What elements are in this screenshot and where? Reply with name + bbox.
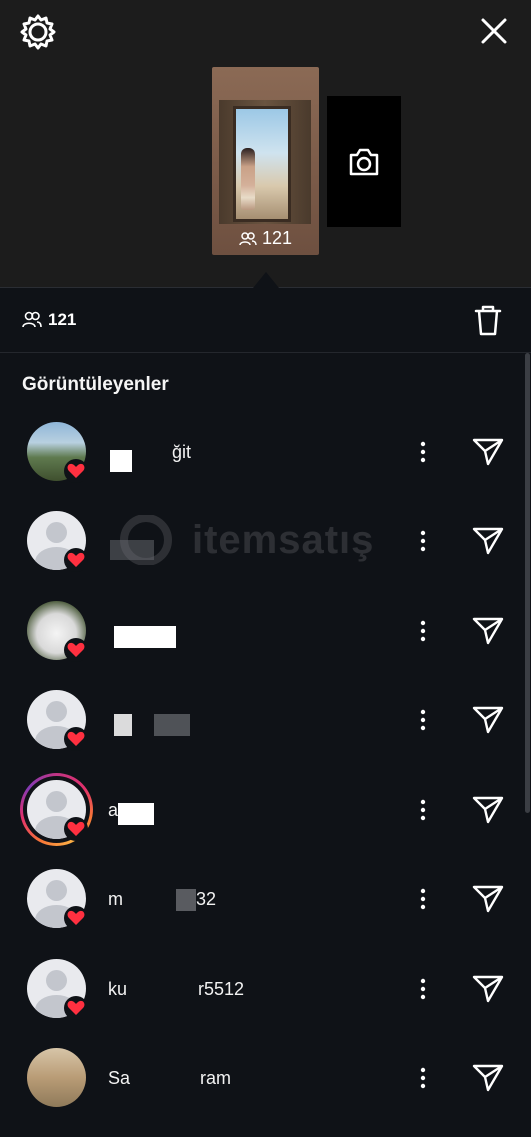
redaction — [118, 803, 154, 825]
redaction — [114, 714, 132, 736]
heart-icon — [67, 552, 85, 567]
username-suffix[interactable]: r5512 — [198, 979, 244, 1000]
viewer-row[interactable] — [0, 511, 531, 600]
more-options-button[interactable] — [411, 794, 435, 826]
send-message-button[interactable] — [470, 704, 506, 736]
more-vertical-icon — [420, 978, 426, 1000]
more-vertical-icon — [420, 709, 426, 731]
heart-icon — [67, 642, 85, 657]
redaction — [110, 450, 132, 472]
story-thumbnail[interactable]: 121 — [212, 67, 319, 255]
viewers-icon — [239, 231, 257, 245]
viewer-count-text: 121 — [48, 310, 77, 329]
send-message-button[interactable] — [470, 973, 506, 1005]
more-options-button[interactable] — [411, 1062, 435, 1094]
delete-story-button[interactable] — [470, 302, 506, 338]
like-badge — [64, 817, 88, 841]
more-vertical-icon — [420, 620, 426, 642]
viewer-row[interactable]: ğit — [0, 422, 531, 511]
viewer-row[interactable] — [0, 601, 531, 690]
send-icon — [472, 527, 504, 555]
heart-icon — [67, 910, 85, 925]
redaction — [154, 714, 190, 736]
close-button[interactable] — [474, 11, 514, 51]
redaction — [114, 626, 176, 648]
story-view-count: 121 — [212, 228, 319, 249]
more-options-button[interactable] — [411, 436, 435, 468]
username[interactable]: m — [108, 889, 123, 910]
send-icon — [472, 706, 504, 734]
username[interactable]: ku — [108, 979, 127, 1000]
add-story-camera-button[interactable] — [327, 96, 401, 227]
like-badge — [64, 548, 88, 572]
redaction — [110, 540, 154, 560]
send-message-button[interactable] — [470, 883, 506, 915]
more-options-button[interactable] — [411, 615, 435, 647]
send-message-button[interactable] — [470, 794, 506, 826]
more-options-button[interactable] — [411, 704, 435, 736]
heart-icon — [67, 463, 85, 478]
like-badge — [64, 996, 88, 1020]
like-badge — [64, 727, 88, 751]
camera-icon — [349, 148, 379, 175]
username-suffix[interactable]: ram — [200, 1068, 231, 1089]
like-badge — [64, 638, 88, 662]
send-icon — [472, 438, 504, 466]
more-vertical-icon — [420, 441, 426, 463]
more-options-button[interactable] — [411, 883, 435, 915]
send-icon — [472, 885, 504, 913]
more-options-button[interactable] — [411, 525, 435, 557]
selected-story-pointer — [253, 272, 279, 288]
more-vertical-icon — [420, 799, 426, 821]
stats-row: 121 — [0, 288, 531, 353]
username[interactable]: Sa — [108, 1068, 130, 1089]
viewer-row[interactable]: m 32 — [0, 869, 531, 958]
story-image — [219, 100, 311, 224]
send-message-button[interactable] — [470, 1062, 506, 1094]
story-preview-area: 121 — [0, 0, 531, 288]
like-badge — [64, 459, 88, 483]
send-icon — [472, 796, 504, 824]
like-badge — [64, 906, 88, 930]
send-message-button[interactable] — [470, 525, 506, 557]
username[interactable]: ğit — [172, 442, 191, 463]
viewer-row[interactable]: Sa ram — [0, 1048, 531, 1137]
viewer-count: 121 — [22, 310, 76, 330]
username[interactable]: a — [108, 800, 118, 821]
send-icon — [472, 1064, 504, 1092]
viewer-row[interactable]: ku r5512 — [0, 959, 531, 1048]
trash-icon — [474, 305, 502, 336]
viewers-icon — [22, 311, 42, 328]
send-icon — [472, 617, 504, 645]
more-vertical-icon — [420, 1067, 426, 1089]
viewers-title: Görüntüleyenler — [22, 374, 169, 395]
redaction — [176, 889, 196, 911]
more-vertical-icon — [420, 888, 426, 910]
settings-button[interactable] — [18, 12, 58, 52]
heart-icon — [67, 731, 85, 746]
username-suffix[interactable]: 32 — [196, 889, 216, 910]
close-icon — [481, 18, 507, 44]
more-options-button[interactable] — [411, 973, 435, 1005]
story-view-count-text: 121 — [261, 228, 293, 248]
gear-icon — [20, 14, 56, 50]
avatar[interactable] — [27, 1048, 86, 1107]
send-message-button[interactable] — [470, 615, 506, 647]
send-message-button[interactable] — [470, 436, 506, 468]
send-icon — [472, 975, 504, 1003]
viewer-row[interactable] — [0, 690, 531, 779]
heart-icon — [67, 821, 85, 836]
heart-icon — [67, 1000, 85, 1015]
more-vertical-icon — [420, 530, 426, 552]
viewer-row[interactable]: a — [0, 773, 531, 869]
